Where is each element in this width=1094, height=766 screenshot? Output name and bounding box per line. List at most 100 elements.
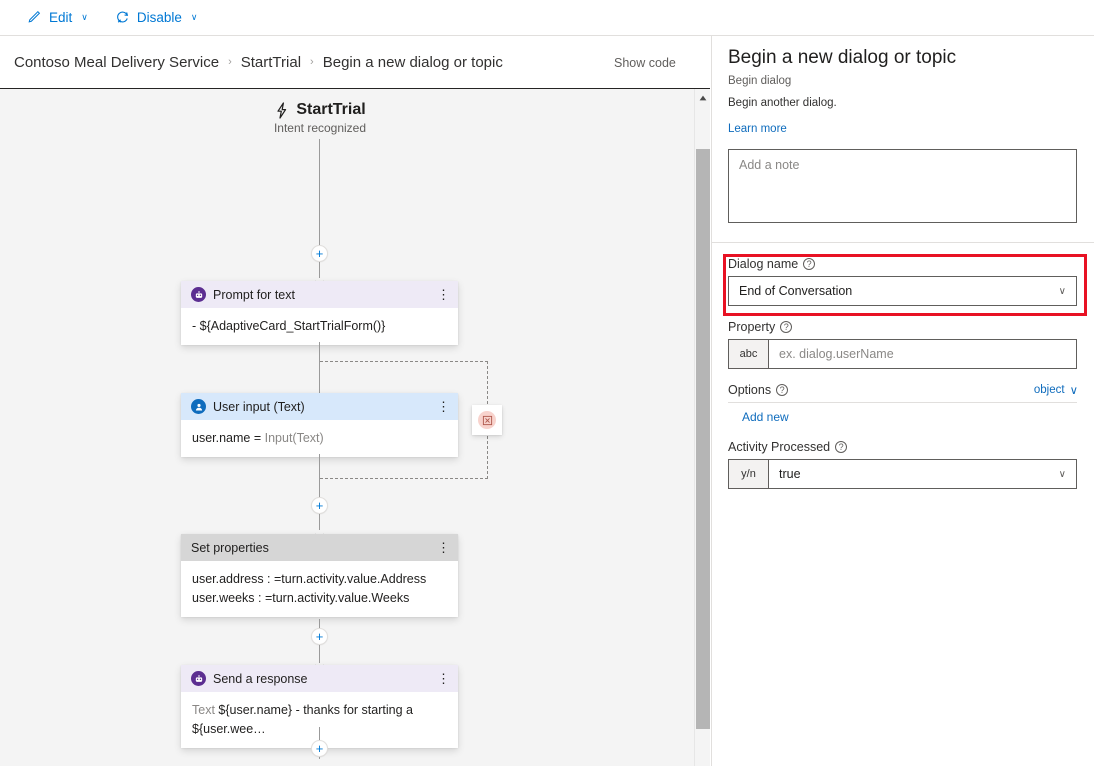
node-body-prefix: Text bbox=[192, 703, 215, 717]
add-node-button[interactable]: + bbox=[311, 740, 328, 757]
node-menu-button[interactable]: ⋮ bbox=[437, 672, 450, 685]
property-label: Property bbox=[728, 320, 776, 334]
node-prompt-for-text[interactable]: Prompt for text ⋮ - ${AdaptiveCard_Start… bbox=[181, 281, 458, 345]
breadcrumb-separator: › bbox=[228, 56, 232, 68]
add-node-button[interactable]: + bbox=[311, 245, 328, 262]
node-user-input-text[interactable]: User input (Text) ⋮ user.name = Input(Te… bbox=[181, 393, 458, 457]
node-menu-button[interactable]: ⋮ bbox=[437, 288, 450, 301]
disable-button[interactable]: Disable ∨ bbox=[106, 3, 207, 33]
node-header: Send a response ⋮ bbox=[181, 665, 458, 692]
dialog-name-value: End of Conversation bbox=[739, 284, 853, 298]
note-textarea[interactable] bbox=[728, 149, 1077, 223]
connector-line bbox=[319, 454, 320, 498]
connector-line bbox=[319, 139, 320, 246]
pencil-icon bbox=[27, 10, 42, 25]
trigger-subtitle: Intent recognized bbox=[273, 121, 367, 135]
learn-more-link[interactable]: Learn more bbox=[728, 123, 787, 135]
trigger-title: StartTrial bbox=[296, 101, 366, 118]
app-root: Edit ∨ Disable ∨ Contoso Meal Delivery S… bbox=[0, 0, 1094, 766]
panel-subtitle: Begin dialog bbox=[728, 75, 792, 87]
node-header-label: Prompt for text bbox=[213, 287, 295, 302]
activity-processed-dropdown[interactable]: y/n true ∨ bbox=[728, 459, 1077, 489]
activity-processed-label-row: Activity Processed ? bbox=[728, 440, 1078, 454]
disable-label: Disable bbox=[136, 10, 182, 25]
help-circle-icon[interactable]: ? bbox=[776, 384, 789, 396]
canvas-scrollbar[interactable] bbox=[694, 89, 710, 766]
chevron-down-icon[interactable]: ∨ bbox=[191, 13, 198, 22]
panel-divider bbox=[712, 242, 1094, 243]
scrollbar-thumb[interactable] bbox=[696, 149, 710, 729]
node-body-prefix: user.name = bbox=[192, 431, 265, 445]
node-header: Set properties ⋮ bbox=[181, 534, 458, 561]
node-body-text: Input(Text) bbox=[264, 431, 324, 445]
node-header-label: Set properties bbox=[191, 540, 269, 555]
breadcrumb-item-1[interactable]: StartTrial bbox=[241, 54, 301, 71]
error-node[interactable] bbox=[472, 405, 502, 435]
property-type-badge: abc bbox=[729, 340, 769, 368]
disable-refresh-icon bbox=[115, 10, 130, 25]
node-set-properties[interactable]: Set properties ⋮ user.address : =turn.ac… bbox=[181, 534, 458, 617]
chevron-down-icon[interactable]: ∨ bbox=[1059, 286, 1076, 297]
breadcrumb: Contoso Meal Delivery Service › StartTri… bbox=[0, 54, 503, 71]
property-input[interactable]: ex. dialog.userName bbox=[769, 347, 1076, 361]
options-label-row: Options ? object ∨ bbox=[728, 383, 1078, 397]
node-body-line-2: user.weeks : =turn.activity.value.Weeks bbox=[192, 591, 410, 605]
help-circle-icon[interactable]: ? bbox=[803, 258, 816, 270]
field-property: Property ? abc ex. dialog.userName bbox=[728, 320, 1078, 369]
node-header: User input (Text) ⋮ bbox=[181, 393, 458, 420]
node-body-line-1: user.address : =turn.activity.value.Addr… bbox=[192, 572, 427, 586]
activity-processed-label: Activity Processed bbox=[728, 440, 831, 454]
bot-icon bbox=[191, 671, 206, 686]
node-body: - ${AdaptiveCard_StartTrialForm()} bbox=[181, 308, 458, 345]
dialog-name-label-row: Dialog name ? bbox=[728, 257, 1078, 271]
dialog-name-dropdown[interactable]: End of Conversation ∨ bbox=[728, 276, 1077, 306]
breadcrumb-separator: › bbox=[310, 56, 314, 68]
scroll-up-button[interactable] bbox=[695, 89, 711, 106]
trigger-title-row: StartTrial bbox=[180, 101, 460, 119]
trigger-node[interactable]: StartTrial Intent recognized bbox=[180, 101, 460, 135]
breadcrumb-item-2[interactable]: Begin a new dialog or topic bbox=[323, 54, 503, 71]
help-circle-icon[interactable]: ? bbox=[780, 321, 793, 333]
node-header-label: Send a response bbox=[213, 671, 308, 686]
node-menu-button[interactable]: ⋮ bbox=[437, 400, 450, 413]
properties-panel: Begin a new dialog or topic Begin dialog… bbox=[711, 36, 1094, 766]
bot-icon bbox=[191, 287, 206, 302]
field-activity-processed: Activity Processed ? y/n true ∨ bbox=[728, 440, 1078, 489]
breadcrumb-item-0[interactable]: Contoso Meal Delivery Service bbox=[14, 54, 219, 71]
panel-description: Begin another dialog. bbox=[728, 97, 837, 109]
chevron-down-icon[interactable]: ∨ bbox=[1070, 383, 1078, 397]
field-dialog-name: Dialog name ? End of Conversation ∨ bbox=[728, 257, 1078, 306]
options-label: Options bbox=[728, 383, 772, 397]
options-type-label: object bbox=[1033, 384, 1065, 396]
options-label-left: Options ? bbox=[728, 383, 789, 397]
edit-button[interactable]: Edit ∨ bbox=[18, 3, 97, 33]
help-circle-icon[interactable]: ? bbox=[835, 441, 848, 453]
activity-processed-type-badge: y/n bbox=[729, 460, 769, 488]
command-toolbar: Edit ∨ Disable ∨ bbox=[0, 0, 1094, 36]
property-input-wrapper[interactable]: abc ex. dialog.userName bbox=[728, 339, 1077, 369]
node-header: Prompt for text ⋮ bbox=[181, 281, 458, 308]
person-icon bbox=[191, 399, 206, 414]
dialog-name-label: Dialog name bbox=[728, 257, 799, 271]
node-body: user.address : =turn.activity.value.Addr… bbox=[181, 561, 458, 617]
node-body-text: - ${AdaptiveCard_StartTrialForm()} bbox=[192, 319, 386, 333]
lightning-bolt-icon bbox=[274, 101, 290, 119]
error-circle-icon bbox=[478, 411, 496, 429]
options-type-toggle[interactable]: object ∨ bbox=[1034, 383, 1078, 397]
node-menu-button[interactable]: ⋮ bbox=[437, 541, 450, 554]
node-body: user.name = Input(Text) bbox=[181, 420, 458, 457]
chevron-down-icon[interactable]: ∨ bbox=[1059, 469, 1076, 480]
property-label-row: Property ? bbox=[728, 320, 1078, 334]
edit-label: Edit bbox=[49, 10, 73, 25]
node-header-label: User input (Text) bbox=[213, 399, 305, 414]
show-code-link[interactable]: Show code bbox=[614, 56, 676, 70]
node-body-text: ${user.name} - thanks for starting a ${u… bbox=[192, 703, 413, 736]
add-node-button[interactable]: + bbox=[311, 628, 328, 645]
options-divider bbox=[728, 402, 1077, 403]
panel-title: Begin a new dialog or topic bbox=[728, 47, 957, 68]
options-add-new-link[interactable]: Add new bbox=[742, 410, 789, 424]
authoring-canvas[interactable]: StartTrial Intent recognized + Prompt fo… bbox=[0, 88, 710, 766]
activity-processed-value: true bbox=[779, 467, 801, 481]
add-node-button[interactable]: + bbox=[311, 497, 328, 514]
chevron-down-icon[interactable]: ∨ bbox=[81, 13, 88, 22]
